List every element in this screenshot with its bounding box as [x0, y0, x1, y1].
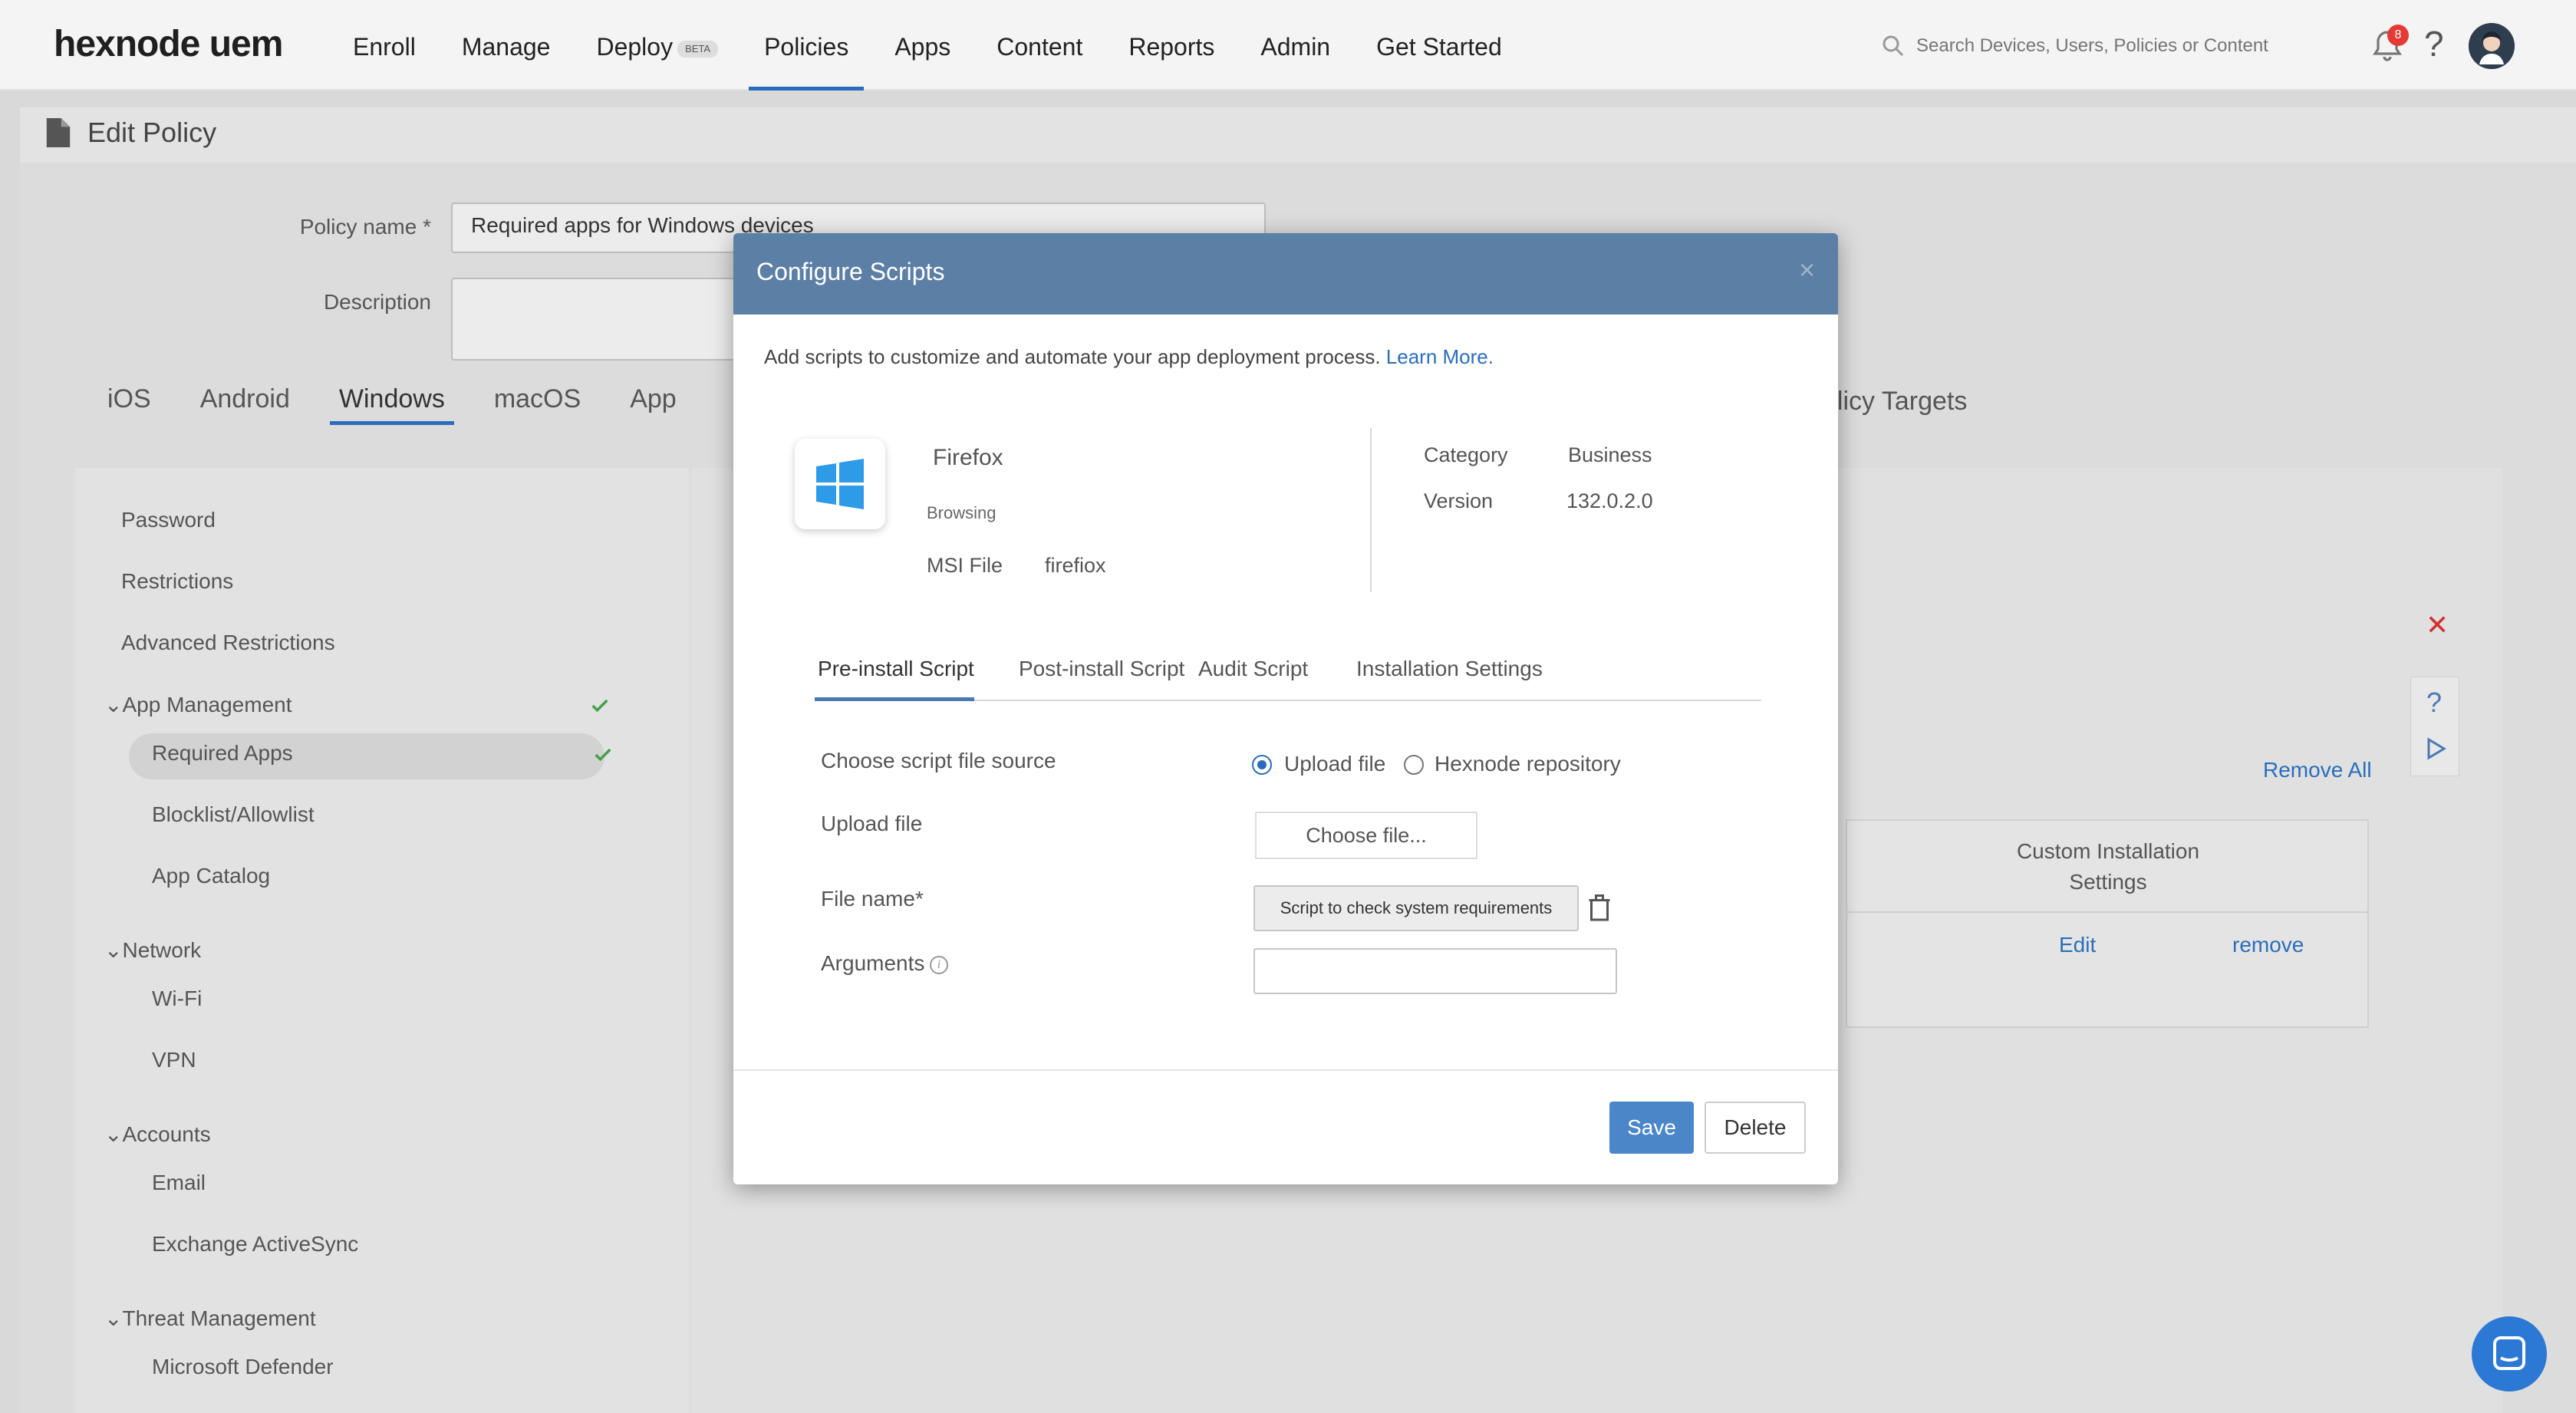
category-value: Business [1568, 443, 1652, 466]
script-tabs: Pre-install Script Post-install Script A… [815, 647, 1761, 701]
radio-upload-file-label[interactable]: Upload file [1284, 752, 1385, 776]
intro-text: Add scripts to customize and automate yo… [764, 345, 1381, 368]
radio-hexnode-repository[interactable] [1404, 755, 1424, 775]
configure-scripts-modal: Configure Scripts × Add scripts to custo… [733, 233, 1838, 1184]
app-type-label: MSI File [927, 554, 1003, 577]
modal-header: Configure Scripts × [733, 233, 1838, 315]
version-value: 132.0.2.0 [1566, 489, 1653, 512]
info-icon[interactable]: i [930, 956, 948, 974]
app-category-small: Browsing [927, 503, 996, 522]
app-name: Firefox [933, 445, 1003, 470]
tab-audit-script[interactable]: Audit Script [1198, 647, 1308, 701]
category-label: Category [1424, 443, 1508, 466]
trash-icon[interactable] [1588, 894, 1611, 922]
modal-footer-divider [733, 1069, 1838, 1071]
arguments-label: Arguments [821, 951, 925, 975]
version-label: Version [1424, 489, 1494, 512]
script-source-label: Choose script file source [821, 749, 1056, 772]
app-info-divider [1370, 428, 1372, 592]
modal-intro: Add scripts to customize and automate yo… [764, 345, 1494, 369]
file-name-label: File name* [821, 887, 924, 911]
save-button[interactable]: Save [1609, 1102, 1694, 1154]
delete-button[interactable]: Delete [1705, 1102, 1806, 1154]
choose-file-button[interactable]: Choose file... [1255, 812, 1477, 859]
tab-installation-settings[interactable]: Installation Settings [1356, 647, 1543, 701]
upload-file-label: Upload file [821, 812, 923, 835]
close-icon[interactable]: × [1799, 256, 1815, 284]
app-type-value: firefiox [1045, 554, 1106, 577]
learn-more-link[interactable]: Learn More. [1386, 345, 1494, 368]
tab-post-install-script[interactable]: Post-install Script [1019, 647, 1184, 701]
tab-pre-install-script[interactable]: Pre-install Script [815, 647, 974, 701]
windows-logo-icon [816, 459, 864, 509]
arguments-input[interactable] [1253, 948, 1617, 994]
radio-hexnode-repository-label[interactable]: Hexnode repository [1435, 752, 1621, 776]
file-name-field[interactable]: Script to check system requirements [1253, 885, 1579, 931]
modal-title: Configure Scripts [756, 258, 945, 285]
radio-upload-file[interactable] [1252, 755, 1272, 775]
app-icon-card [795, 439, 885, 529]
